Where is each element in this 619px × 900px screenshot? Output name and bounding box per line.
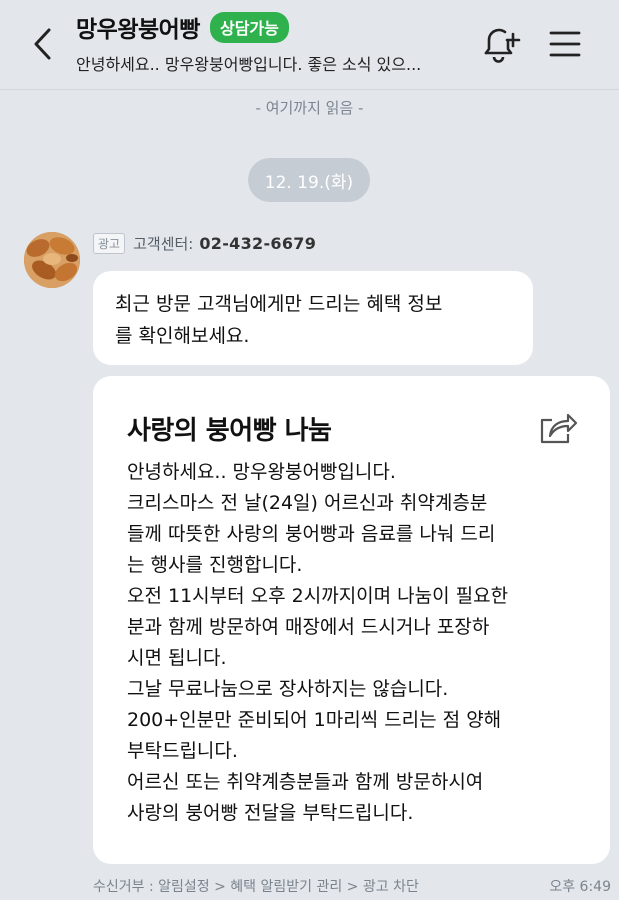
ad-tag: 광고: [93, 233, 126, 254]
date-divider: 12. 19.(화): [248, 158, 370, 202]
sender-phone[interactable]: 02-432-6679: [199, 234, 316, 253]
card-line: 는 행사를 진행합니다.: [127, 554, 303, 576]
chat-header: 망우왕붕어빵 상담가능 안녕하세요.. 망우왕붕어빵입니다. 좋은 소식 있으.…: [0, 0, 619, 90]
back-button[interactable]: [22, 24, 62, 64]
card-line: 사랑의 붕어빵 전달을 부탁드립니다.: [127, 802, 414, 824]
share-button[interactable]: [538, 408, 578, 444]
card-line: 어르신 또는 취약계층분들과 함께 방문하시여: [127, 771, 484, 793]
card-line: 크리스마스 전 날(24일) 어르신과 취약계층분: [127, 492, 488, 514]
message-line: 를 확인해보세요.: [115, 325, 250, 347]
sender-label: 고객센터:: [133, 235, 194, 253]
share-icon: [540, 413, 578, 444]
card-line: 부탁드립니다.: [127, 740, 238, 762]
chat-title[interactable]: 망우왕붕어빵: [76, 10, 200, 44]
read-marker: - 여기까지 읽음 -: [255, 99, 364, 117]
card-line: 안녕하세요.. 망우왕붕어빵입니다.: [127, 461, 396, 483]
sender-avatar[interactable]: [24, 232, 80, 288]
title-row: 망우왕붕어빵 상담가능: [76, 10, 289, 44]
hamburger-menu-icon: [549, 31, 581, 57]
message-line: 최근 방문 고객님에게만 드리는 혜택 정보: [115, 293, 443, 315]
bell-plus-icon: [484, 28, 521, 63]
consult-badge: 상담가능: [209, 11, 289, 43]
message-bubble[interactable]: 최근 방문 고객님에게만 드리는 혜택 정보 를 확인해보세요.: [93, 271, 533, 365]
unsubscribe-links[interactable]: 수신거부 : 알림설정 > 혜택 알림받기 관리 > 광고 차단: [93, 876, 419, 896]
message-time: 오후 6:49: [549, 879, 611, 895]
chat-subtitle: 안녕하세요.. 망우왕붕어빵입니다. 좋은 소식 있으...: [76, 55, 422, 74]
card-line: 시면 됩니다.: [127, 647, 227, 669]
chevron-left-icon: [34, 28, 51, 60]
card-line: 그날 무료나눔으로 장사하지는 않습니다.: [127, 678, 449, 700]
card-line: 분과 함께 방문하여 매장에서 드시거나 포장하: [127, 616, 490, 638]
card-line: 들께 따뜻한 사랑의 붕어빵과 음료를 나눠 드리: [127, 523, 496, 545]
menu-button[interactable]: [547, 26, 583, 62]
bungeoppang-photo: [24, 232, 80, 288]
card-line: 200+인분만 준비되어 1마리씩 드리는 점 양해: [127, 709, 502, 731]
card-title: 사랑의 붕어빵 나눔: [127, 416, 332, 446]
announcement-card[interactable]: 사랑의 붕어빵 나눔 안녕하세요.. 망우왕붕어빵입니다. 크리스마스 전 날(…: [93, 376, 610, 864]
card-line: 오전 11시부터 오후 2시까지이며 나눔이 필요한: [127, 585, 509, 607]
notification-button[interactable]: [478, 22, 522, 66]
sender-info: 광고 고객센터: 02-432-6679: [93, 233, 316, 254]
